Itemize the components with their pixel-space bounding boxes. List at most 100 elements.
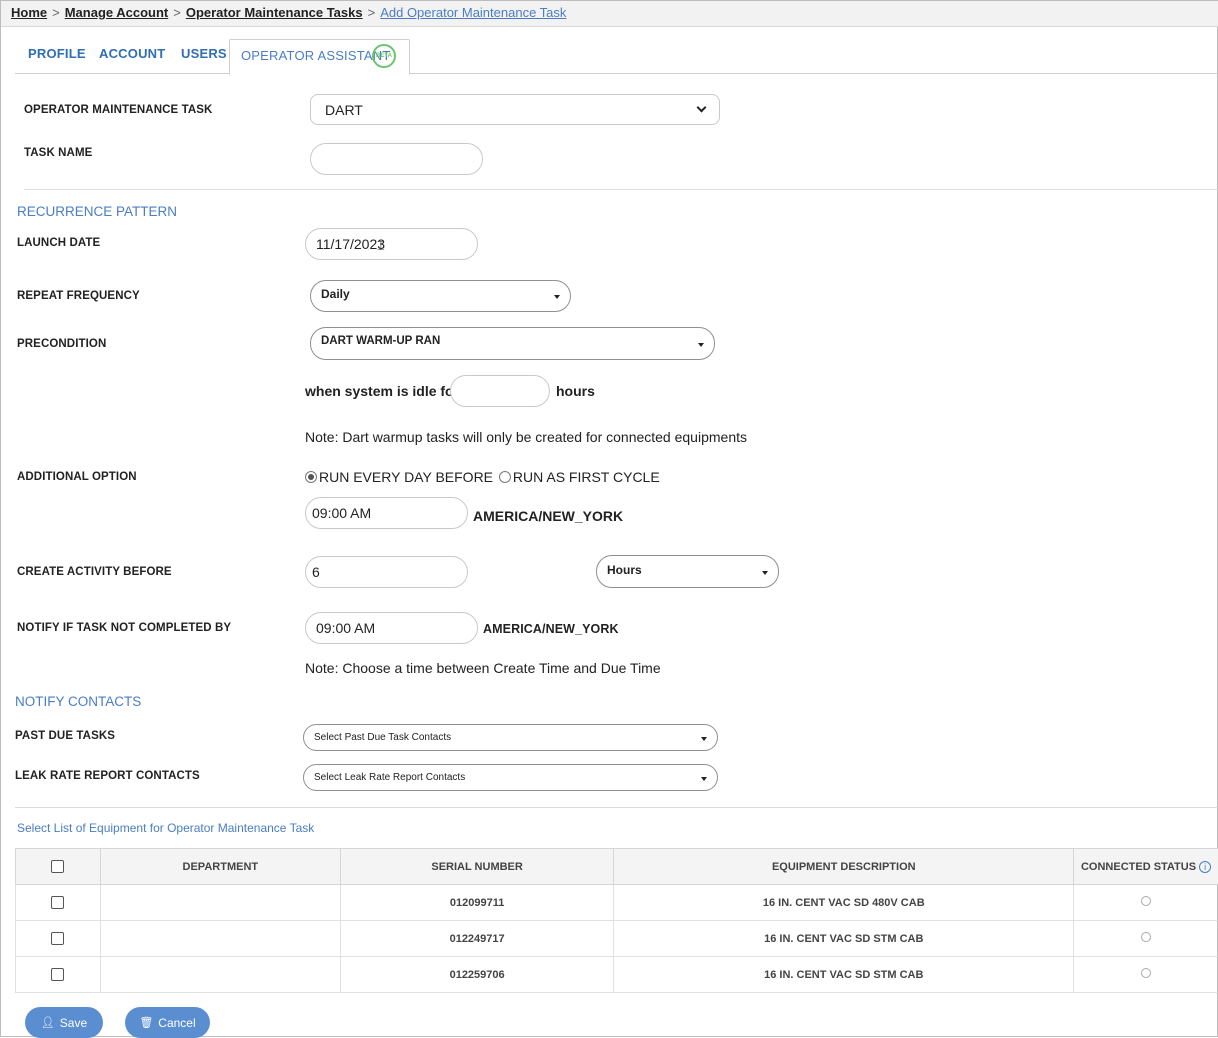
select-all-cell <box>16 849 101 885</box>
breadcrumb-separator: > <box>52 5 60 20</box>
row-checkbox[interactable] <box>51 932 64 945</box>
tab-divider <box>15 73 1218 74</box>
cancel-button-label: Cancel <box>158 1016 195 1030</box>
row-select-cell <box>16 885 101 921</box>
recurrence-section-title: RECURRENCE PATTERN <box>17 204 177 219</box>
disconnected-status-icon <box>1141 932 1151 942</box>
create-activity-input[interactable]: 6 <box>305 556 468 588</box>
tab-profile[interactable]: PROFILE <box>28 46 86 61</box>
tab-users[interactable]: USERS <box>181 46 227 61</box>
department-cell <box>100 885 340 921</box>
column-header-connected-status[interactable]: CONNECTED STATUSi <box>1074 849 1218 885</box>
breadcrumb-home-link[interactable]: Home <box>11 5 47 20</box>
idle-prefix-text: when system is idle for <box>305 383 459 399</box>
serial-number-cell: 012249717 <box>340 921 614 957</box>
table-header-row: DEPARTMENT SERIAL NUMBER EQUIPMENT DESCR… <box>16 849 1218 885</box>
precondition-label: PRECONDITION <box>17 338 106 350</box>
divider <box>24 189 1218 190</box>
option-time-input[interactable]: 09:00 AM <box>305 497 468 529</box>
equipment-description-cell: 16 IN. CENT VAC SD STM CAB <box>614 957 1074 993</box>
column-header-department[interactable]: DEPARTMENT <box>100 849 340 885</box>
equipment-description-cell: 16 IN. CENT VAC SD STM CAB <box>614 921 1074 957</box>
tab-account[interactable]: ACCOUNT <box>99 46 165 61</box>
breadcrumb-current-link[interactable]: Add Operator Maintenance Task <box>380 5 566 20</box>
notify-timezone: AMERICA/NEW_YORK <box>483 622 619 636</box>
column-header-serial-number[interactable]: SERIAL NUMBER <box>340 849 614 885</box>
breadcrumb-tasks-link[interactable]: Operator Maintenance Tasks <box>186 5 363 20</box>
row-select-cell <box>16 957 101 993</box>
task-name-input[interactable] <box>310 143 483 175</box>
additional-option-label: ADDITIONAL OPTION <box>17 471 137 483</box>
breadcrumb-separator: > <box>368 5 376 20</box>
equipment-table: DEPARTMENT SERIAL NUMBER EQUIPMENT DESCR… <box>15 848 1218 993</box>
chevron-down-icon <box>697 103 707 113</box>
info-icon[interactable]: i <box>1199 861 1211 873</box>
caret-down-icon <box>762 571 768 575</box>
connected-status-cell <box>1074 957 1218 993</box>
column-header-equipment-description[interactable]: EQUIPMENT DESCRIPTION <box>614 849 1074 885</box>
leak-rate-contacts-select[interactable]: Select Leak Rate Report Contacts <box>303 764 718 791</box>
tab-operator-assistant[interactable]: OPERATOR ASSISTANT <box>241 48 391 63</box>
save-button[interactable]: 👤︎ Save <box>25 1007 103 1038</box>
select-all-checkbox[interactable] <box>51 860 64 873</box>
task-select-value: DART <box>325 102 363 118</box>
breadcrumb: Home > Manage Account > Operator Maintenance… <box>1 1 1218 27</box>
table-row: 012099711 16 IN. CENT VAC SD 480V CAB <box>16 885 1218 921</box>
department-cell <box>100 921 340 957</box>
equipment-section-title: Select List of Equipment for Operator Ma… <box>17 821 314 835</box>
option-timezone: AMERICA/NEW_YORK <box>473 508 623 524</box>
table-row: 012259706 16 IN. CENT VAC SD STM CAB <box>16 957 1218 993</box>
past-due-placeholder: Select Past Due Task Contacts <box>314 732 451 743</box>
breadcrumb-manage-account-link[interactable]: Manage Account <box>65 5 169 20</box>
serial-number-cell: 012259706 <box>340 957 614 993</box>
serial-number-cell: 012099711 <box>340 885 614 921</box>
trash-icon: 🗑︎ <box>139 1016 153 1029</box>
department-cell <box>100 957 340 993</box>
create-activity-label: CREATE ACTIVITY BEFORE <box>17 566 172 578</box>
notify-contacts-title: NOTIFY CONTACTS <box>15 694 141 709</box>
repeat-frequency-label: REPEAT FREQUENCY <box>17 290 140 302</box>
dart-note: Note: Dart warmup tasks will only be cre… <box>305 429 747 445</box>
run-every-day-label: RUN EVERY DAY BEFORE <box>319 469 493 485</box>
create-activity-unit-select[interactable]: Hours <box>596 555 779 588</box>
text-cursor-icon: ⌶ <box>377 238 385 254</box>
time-note: Note: Choose a time between Create Time … <box>305 660 661 676</box>
divider <box>15 807 1218 808</box>
additional-option-radios: RUN EVERY DAY BEFORE RUN AS FIRST CYCLE <box>305 469 660 485</box>
leak-rate-label: LEAK RATE REPORT CONTACTS <box>15 770 200 782</box>
caret-down-icon <box>554 295 560 299</box>
save-button-label: Save <box>60 1016 87 1030</box>
row-checkbox[interactable] <box>51 968 64 981</box>
connected-status-label: CONNECTED STATUS <box>1081 861 1196 873</box>
task-name-label: TASK NAME <box>24 147 92 159</box>
disconnected-status-icon <box>1141 896 1151 906</box>
connected-status-cell <box>1074 921 1218 957</box>
past-due-contacts-select[interactable]: Select Past Due Task Contacts <box>303 724 718 751</box>
cancel-button[interactable]: 🗑︎ Cancel <box>125 1007 210 1038</box>
precondition-select[interactable]: DART WARM-UP RAN <box>310 327 715 360</box>
row-checkbox[interactable] <box>51 896 64 909</box>
idle-hours-input[interactable] <box>450 375 550 407</box>
beta-badge: BETA <box>372 44 396 68</box>
caret-down-icon <box>701 737 707 741</box>
notify-task-label: NOTIFY IF TASK NOT COMPLETED BY <box>17 622 231 634</box>
task-label: OPERATOR MAINTENANCE TASK <box>24 104 212 116</box>
run-first-cycle-radio[interactable] <box>499 471 511 483</box>
leak-rate-placeholder: Select Leak Rate Report Contacts <box>314 772 465 783</box>
equipment-description-cell: 16 IN. CENT VAC SD 480V CAB <box>614 885 1074 921</box>
precondition-value: DART WARM-UP RAN <box>321 335 440 347</box>
row-select-cell <box>16 921 101 957</box>
run-every-day-radio[interactable] <box>305 471 317 483</box>
launch-date-label: LAUNCH DATE <box>17 237 100 249</box>
repeat-frequency-select[interactable]: Daily <box>310 280 571 312</box>
breadcrumb-separator: > <box>173 5 181 20</box>
table-row: 012249717 16 IN. CENT VAC SD STM CAB <box>16 921 1218 957</box>
launch-date-input[interactable]: 11/17/2023 <box>305 228 478 260</box>
caret-down-icon <box>698 343 704 347</box>
notify-time-input[interactable]: 09:00 AM <box>305 612 478 644</box>
run-first-cycle-label: RUN AS FIRST CYCLE <box>513 469 660 485</box>
create-activity-unit-value: Hours <box>607 563 642 577</box>
connected-status-cell <box>1074 885 1218 921</box>
past-due-label: PAST DUE TASKS <box>15 730 115 742</box>
task-select[interactable]: DART <box>310 94 720 125</box>
